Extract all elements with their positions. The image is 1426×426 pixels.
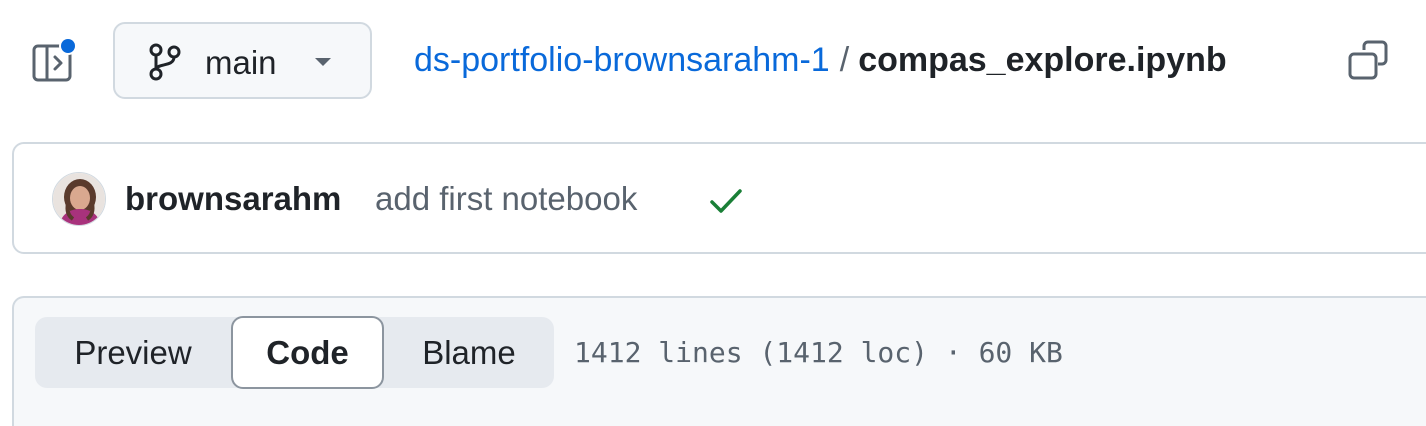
sidebar-toggle-button[interactable] xyxy=(30,36,78,84)
avatar-image xyxy=(53,173,105,225)
tab-blame[interactable]: Blame xyxy=(384,317,554,388)
check-icon[interactable] xyxy=(708,185,744,217)
copy-icon xyxy=(1348,40,1388,80)
tab-preview[interactable]: Preview xyxy=(35,317,231,388)
notification-dot xyxy=(61,39,75,53)
copy-path-button[interactable] xyxy=(1344,36,1392,84)
file-stats: 1412 lines (1412 loc) · 60 KB xyxy=(574,336,1063,369)
avatar[interactable] xyxy=(52,172,106,226)
breadcrumb-separator: / xyxy=(839,41,850,79)
latest-commit-bar: brownsarahm add first notebook xyxy=(12,142,1426,254)
breadcrumb: ds-portfolio-brownsarahm-1 / compas_expl… xyxy=(414,36,1227,84)
triangle-down-icon xyxy=(315,58,331,66)
sidebar-expand-icon xyxy=(32,37,77,82)
breadcrumb-file-name: compas_explore.ipynb xyxy=(858,41,1227,79)
tab-code[interactable]: Code xyxy=(231,316,384,389)
file-header: Preview Code Blame 1412 lines (1412 loc)… xyxy=(12,296,1426,426)
branch-selector-button[interactable]: main xyxy=(113,22,372,99)
commit-message-link[interactable]: add first notebook xyxy=(375,179,637,219)
git-branch-icon xyxy=(149,43,181,81)
commit-author-link[interactable]: brownsarahm xyxy=(125,179,341,219)
branch-name: main xyxy=(205,44,277,81)
view-mode-tabs: Preview Code Blame xyxy=(35,316,554,389)
breadcrumb-repo-link[interactable]: ds-portfolio-brownsarahm-1 xyxy=(414,36,830,84)
